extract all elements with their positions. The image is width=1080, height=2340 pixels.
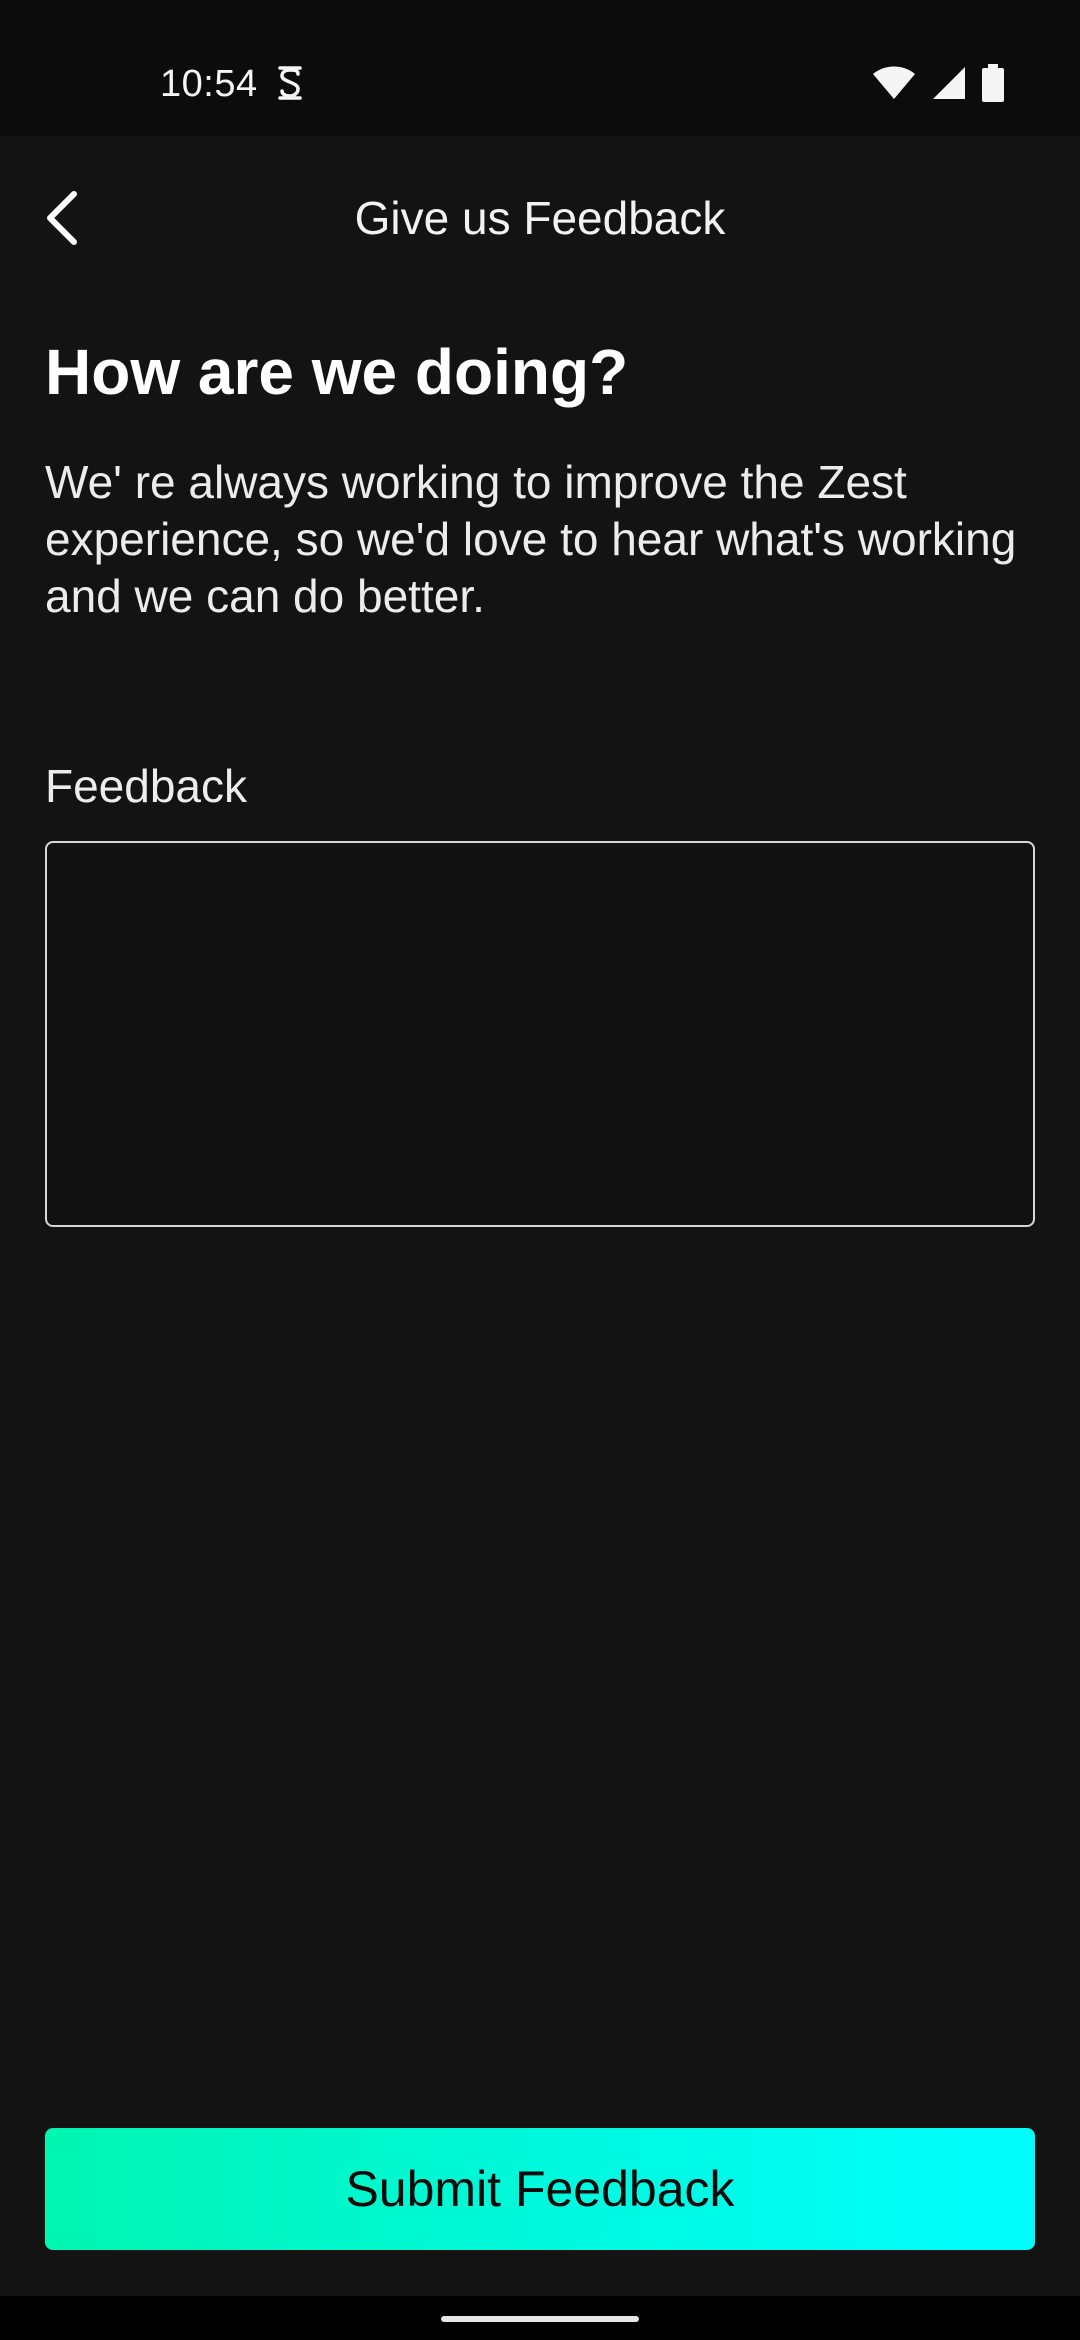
status-time: 10:54 xyxy=(160,63,258,105)
cell-signal-icon xyxy=(933,67,965,99)
submit-feedback-button[interactable]: Submit Feedback xyxy=(45,2128,1035,2250)
section-description: We' re always working to improve the Zes… xyxy=(45,456,1017,622)
wifi-icon xyxy=(873,66,915,99)
submit-feedback-label: Submit Feedback xyxy=(345,2161,735,2217)
battery-icon xyxy=(982,64,1004,102)
gesture-nav-bar xyxy=(0,2296,1080,2340)
top-app-bar: Give us Feedback xyxy=(0,136,1080,296)
section-heading: How are we doing? xyxy=(45,336,629,408)
status-bar: 10:54 xyxy=(0,0,1080,136)
feedback-label: Feedback xyxy=(45,760,248,812)
notification-s-icon xyxy=(278,66,302,100)
feedback-field[interactable] xyxy=(45,841,1035,1227)
page-title: Give us Feedback xyxy=(354,192,726,244)
home-indicator[interactable] xyxy=(441,2316,639,2322)
app-content: Give us Feedback How are we doing? We' r… xyxy=(0,136,1080,2296)
status-icons xyxy=(872,62,1004,104)
